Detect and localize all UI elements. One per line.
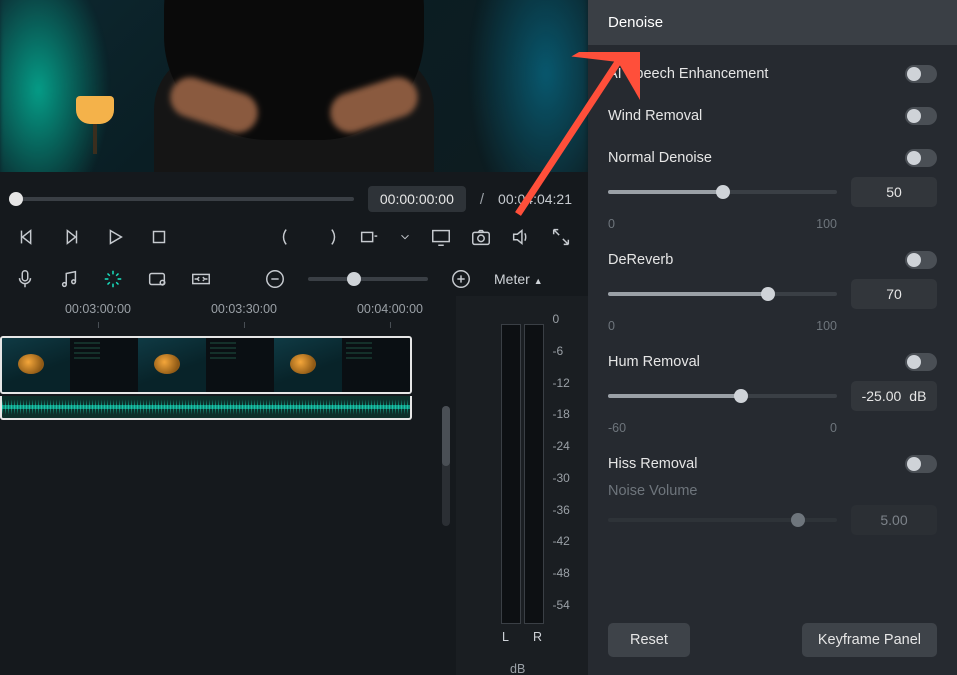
aspect-icon[interactable] [358, 226, 380, 248]
music-note-icon[interactable] [58, 268, 80, 290]
timecode-separator: / [480, 191, 484, 208]
timeline-toolbar: Meter ▲ [0, 258, 588, 296]
normal-denoise-value[interactable]: 50 [851, 177, 937, 207]
meter-scale: 0 -6 -12 -18 -24 -30 -36 -42 -48 -54 [553, 312, 570, 612]
meter-bar-right [524, 324, 544, 624]
effects-icon[interactable] [102, 268, 124, 290]
fit-width-icon[interactable] [190, 268, 212, 290]
dereverb-min: 0 [608, 319, 615, 333]
hum-removal-min: -60 [608, 421, 626, 435]
hiss-removal-toggle[interactable] [905, 455, 937, 473]
normal-denoise-label: Normal Denoise [608, 150, 712, 166]
dereverb-toggle[interactable] [905, 251, 937, 269]
preview-frame [0, 0, 588, 172]
timecode-current[interactable]: 00:00:00:00 [368, 186, 466, 212]
ai-speech-label: AI Speech Enhancement [608, 66, 768, 82]
normal-denoise-toggle[interactable] [905, 149, 937, 167]
dereverb-value[interactable]: 70 [851, 279, 937, 309]
play-icon[interactable] [104, 226, 126, 248]
mark-out-icon[interactable] [318, 226, 340, 248]
wind-removal-toggle[interactable] [905, 107, 937, 125]
hiss-removal-label: Hiss Removal [608, 456, 697, 472]
timecode-duration: 00:04:04:21 [498, 191, 572, 207]
video-clip[interactable] [0, 336, 412, 394]
hum-removal-max: 0 [830, 421, 837, 435]
dereverb-slider[interactable] [608, 285, 837, 303]
clip-view-icon[interactable] [146, 268, 168, 290]
caret-up-icon: ▲ [534, 276, 543, 286]
timeline-scrollbar[interactable] [442, 406, 450, 526]
hiss-removal-slider[interactable] [608, 511, 837, 529]
wind-removal-label: Wind Removal [608, 108, 702, 124]
stop-icon[interactable] [148, 226, 170, 248]
meter-label-text: Meter [494, 271, 530, 287]
zoom-in-icon[interactable] [450, 268, 472, 290]
dereverb-label: DeReverb [608, 252, 673, 268]
volume-icon[interactable] [510, 226, 532, 248]
hum-removal-toggle[interactable] [905, 353, 937, 371]
meter-toggle[interactable]: Meter ▲ [494, 271, 574, 287]
hiss-removal-value[interactable]: 5.00 [851, 505, 937, 535]
fullscreen-icon[interactable] [550, 226, 572, 248]
normal-denoise-slider[interactable] [608, 183, 837, 201]
audio-meter: 0 -6 -12 -18 -24 -30 -36 -42 -48 -54 L R [456, 296, 588, 675]
mark-in-icon[interactable] [278, 226, 300, 248]
meter-bar-left [501, 324, 521, 624]
timeline-ruler[interactable]: 00:03:00:00 00:03:30:00 00:04:00:00 [0, 302, 456, 326]
hum-removal-label: Hum Removal [608, 354, 700, 370]
video-preview[interactable] [0, 0, 588, 172]
meter-l-label: L [502, 630, 509, 644]
ruler-tick: 00:03:30:00 [211, 302, 277, 316]
meter-r-label: R [533, 630, 542, 644]
normal-denoise-max: 100 [816, 217, 837, 231]
noise-volume-label: Noise Volume [608, 483, 697, 499]
snapshot-icon[interactable] [470, 226, 492, 248]
keyframe-panel-button[interactable]: Keyframe Panel [802, 623, 937, 657]
ruler-tick: 00:03:00:00 [65, 302, 131, 316]
denoise-panel: Denoise AI Speech Enhancement Wind Remov… [588, 0, 957, 675]
ai-speech-toggle[interactable] [905, 65, 937, 83]
hum-removal-slider[interactable] [608, 387, 837, 405]
prev-frame-icon[interactable] [16, 226, 38, 248]
seek-slider[interactable] [16, 197, 354, 201]
normal-denoise-min: 0 [608, 217, 615, 231]
ruler-tick: 00:04:00:00 [357, 302, 423, 316]
hum-removal-value[interactable]: -25.00dB [851, 381, 937, 411]
audio-clip[interactable] [0, 396, 412, 420]
panel-header[interactable]: Denoise [588, 0, 957, 45]
display-icon[interactable] [430, 226, 452, 248]
mic-icon[interactable] [14, 268, 36, 290]
transport-bar: 00:00:00:00 / 00:04:04:21 [0, 172, 588, 258]
timeline[interactable]: 00:03:00:00 00:03:30:00 00:04:00:00 [0, 296, 456, 675]
reset-button[interactable]: Reset [608, 623, 690, 657]
chevron-down-icon[interactable] [398, 226, 412, 248]
zoom-slider[interactable] [308, 277, 428, 281]
next-frame-icon[interactable] [60, 226, 82, 248]
dereverb-max: 100 [816, 319, 837, 333]
meter-unit: dB [510, 662, 525, 675]
zoom-out-icon[interactable] [264, 268, 286, 290]
